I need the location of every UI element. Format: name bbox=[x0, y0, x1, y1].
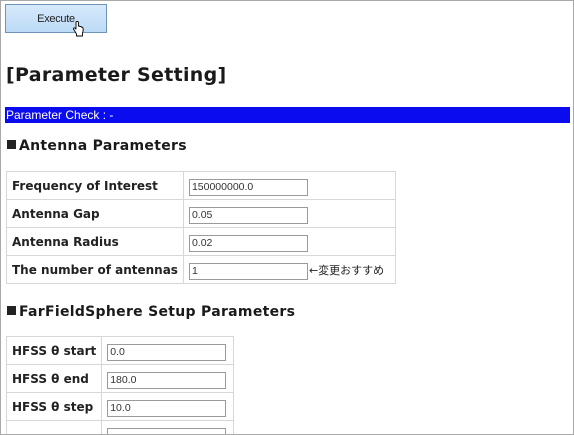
black-square-icon bbox=[7, 140, 16, 149]
frequency-input[interactable] bbox=[188, 178, 308, 196]
table-row: Antenna Gap bbox=[6, 199, 396, 228]
recommend-change-note: ←変更おすすめ bbox=[308, 264, 385, 278]
table-row: HFSS θ step bbox=[5, 392, 235, 421]
theta-end-label: HFSS θ end bbox=[5, 364, 103, 393]
antenna-count-cell: ←変更おすすめ bbox=[182, 255, 396, 284]
parameter-check-bar: Parameter Check : - bbox=[5, 107, 570, 123]
table-row: HFSS θ end bbox=[5, 364, 235, 393]
partial-row-label bbox=[5, 420, 103, 434]
farfield-section-heading: FarFieldSphere Setup Parameters bbox=[7, 304, 295, 320]
hand-pointer-icon bbox=[73, 21, 84, 37]
table-row: HFSS θ start bbox=[5, 336, 235, 365]
theta-step-cell bbox=[101, 392, 235, 421]
theta-end-cell bbox=[101, 364, 235, 393]
execute-button-label: Execute bbox=[37, 12, 75, 25]
antenna-radius-cell bbox=[182, 227, 396, 256]
theta-start-input[interactable] bbox=[107, 343, 227, 361]
black-square-icon bbox=[7, 306, 16, 315]
theta-start-cell bbox=[101, 336, 235, 365]
page-title: [Parameter Setting] bbox=[6, 64, 227, 86]
antenna-section-heading: Antenna Parameters bbox=[7, 138, 187, 154]
execute-button[interactable]: Execute bbox=[5, 4, 107, 33]
antenna-parameters-table: Frequency of Interest Antenna Gap Antenn… bbox=[6, 171, 396, 284]
antenna-heading-text: Antenna Parameters bbox=[19, 138, 187, 154]
theta-step-input[interactable] bbox=[107, 399, 227, 417]
table-row: Frequency of Interest bbox=[6, 171, 396, 200]
antenna-radius-label: Antenna Radius bbox=[6, 227, 184, 256]
theta-step-label: HFSS θ step bbox=[5, 392, 103, 421]
frequency-cell bbox=[182, 171, 396, 200]
frequency-label: Frequency of Interest bbox=[6, 171, 184, 200]
table-row bbox=[5, 420, 235, 434]
antenna-count-input[interactable] bbox=[188, 262, 308, 280]
antenna-gap-input[interactable] bbox=[188, 206, 308, 224]
antenna-gap-label: Antenna Gap bbox=[6, 199, 184, 228]
theta-start-label: HFSS θ start bbox=[5, 336, 103, 365]
farfield-parameters-table: HFSS θ start HFSS θ end HFSS θ step bbox=[5, 336, 235, 434]
antenna-gap-cell bbox=[182, 199, 396, 228]
farfield-heading-text: FarFieldSphere Setup Parameters bbox=[19, 304, 296, 320]
page-frame: Execute [Parameter Setting] Parameter Ch… bbox=[0, 0, 574, 435]
theta-end-input[interactable] bbox=[107, 371, 227, 389]
antenna-radius-input[interactable] bbox=[188, 234, 308, 252]
partial-row-cell bbox=[101, 420, 235, 434]
table-row: The number of antennas ←変更おすすめ bbox=[6, 255, 396, 284]
partial-row-input[interactable] bbox=[107, 427, 227, 434]
table-row: Antenna Radius bbox=[6, 227, 396, 256]
antenna-count-label: The number of antennas bbox=[6, 255, 184, 284]
